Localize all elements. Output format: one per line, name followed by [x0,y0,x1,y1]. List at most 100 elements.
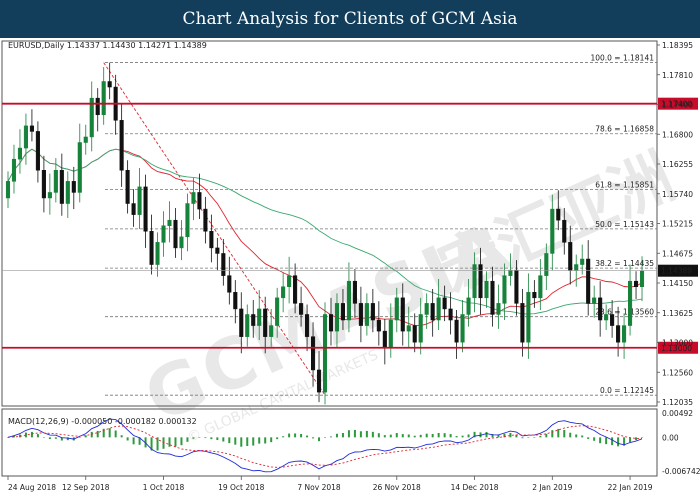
fib-label: 23.6 = 1.13560 [595,308,654,317]
macd-histogram-bar [341,433,344,438]
candle-bull [346,280,351,321]
candle-bear [514,269,519,304]
macd-histogram-bar [264,437,267,444]
candle-bull [5,181,11,199]
macd-histogram-bar [114,430,117,438]
candle-bull [23,125,28,149]
candle-bull [65,181,70,204]
macd-histogram-bar [371,431,374,438]
macd-histogram-bar [593,437,596,441]
candle-bull [137,186,142,215]
macd-histogram-bar [455,436,458,438]
macd-histogram-bar [539,435,542,438]
candle-bull [17,147,23,160]
candle-bear [340,303,345,321]
macd-histogram-bar [431,434,434,438]
price-tick-label: 1.17400 [662,101,693,110]
price-tick-label: 1.16800 [662,130,693,139]
candle-bear [616,325,621,343]
macd-histogram-bar [467,434,470,438]
candle-bull [245,314,250,337]
candle-bear [41,169,46,199]
time-tick-label: 14 Dec 2018 [451,483,499,492]
macd-histogram-bar [312,437,315,439]
macd-histogram-bar [563,429,566,438]
candle-bull [628,280,633,326]
candle-bear [263,308,268,337]
candle-bear [328,314,334,332]
macd-histogram-bar [294,433,297,438]
time-axis: 24 Aug 2018 12 Sep 2018 1 Oct 2018 19 Oct 2… [7,476,653,492]
candle-bull [472,264,477,299]
macd-histogram-bar [54,437,57,439]
price-tick-label: 1.16255 [662,160,693,169]
macd-histogram-bar [485,432,488,438]
candle-bear [221,253,226,276]
macd-histogram-bar [425,433,428,438]
candle-bull [580,258,585,265]
macd-histogram-bar [575,434,578,438]
candle-bull [639,270,645,287]
candle-bull [155,242,160,265]
candle-bull [406,325,411,332]
candle-bull [496,303,501,315]
candle-bull [424,303,429,315]
macd-histogram-bar [527,437,530,438]
price-tick-label: 1.15740 [662,190,693,199]
macd-histogram-bar [186,437,189,442]
chart-area: GCMASIA宏汇亚洲© GLOBAL CAPITAL MARKETS 100.… [1,40,700,492]
macd-histogram-bar [234,437,237,445]
time-tick-label: 26 Nov 2018 [373,483,421,492]
macd-histogram-bar [216,437,219,440]
candle-bear [233,292,238,310]
candle-bear [227,275,232,293]
macd-label: MACD(12,26,9) -0.000050 -0.000182 0.0001… [8,417,197,426]
fib-label: 78.6 = 1.16858 [595,125,654,134]
macd-histogram-bar [132,437,135,445]
candle-bull [191,192,196,204]
chart-title: Chart Analysis for Clients of GCM Asia [0,0,700,38]
macd-histogram-bar [509,432,512,438]
candle-bear [358,303,363,326]
macd-tick-label: -0.006742 [662,467,700,476]
macd-histogram-bar [449,434,452,438]
candle-bull [460,314,465,343]
candle-bull [574,264,579,271]
macd-histogram-bar [300,433,303,438]
current-price-value: 1.14389 [661,267,692,276]
candle-bear [209,231,214,249]
macd-histogram-bar [353,429,356,438]
candle-bear [59,169,64,204]
macd-histogram-bar [162,437,165,449]
macd-histogram-bar [581,435,584,438]
macd-histogram-bar [419,434,422,438]
candle-bear [215,247,220,254]
fib-label: 38.2 = 1.14435 [595,259,654,268]
candle-bull [269,325,274,337]
macd-tick-label: 0.00492 [662,409,693,418]
candle-bear [197,192,202,210]
candle-bear [293,275,298,304]
candle-bear [376,319,381,332]
macd-histogram-bar [204,437,207,439]
candle-bull [418,314,423,343]
candle-bull [167,219,172,226]
macd-histogram-bar [276,437,279,440]
candle-bear [382,330,387,349]
candle-bear [400,297,405,332]
candle-bear [490,280,495,315]
candle-bear [610,314,615,326]
price-tick-label: 1.15215 [662,220,693,229]
symbol-info: EURUSD,Daily 1.14337 1.14430 1.14271 1.1… [8,41,207,50]
time-tick-label: 7 Nov 2018 [297,483,340,492]
candle-bear [478,264,483,299]
time-tick-label: 24 Aug 2018 [8,483,56,492]
macd-histogram-bar [521,437,524,439]
candle-bull [466,297,471,315]
macd-histogram-bar [222,437,225,442]
candle-bear [448,308,453,321]
macd-histogram-bar [324,437,327,438]
macd-histogram-bar [42,437,45,438]
candle-bear [251,314,256,326]
candle-bull [484,280,489,299]
